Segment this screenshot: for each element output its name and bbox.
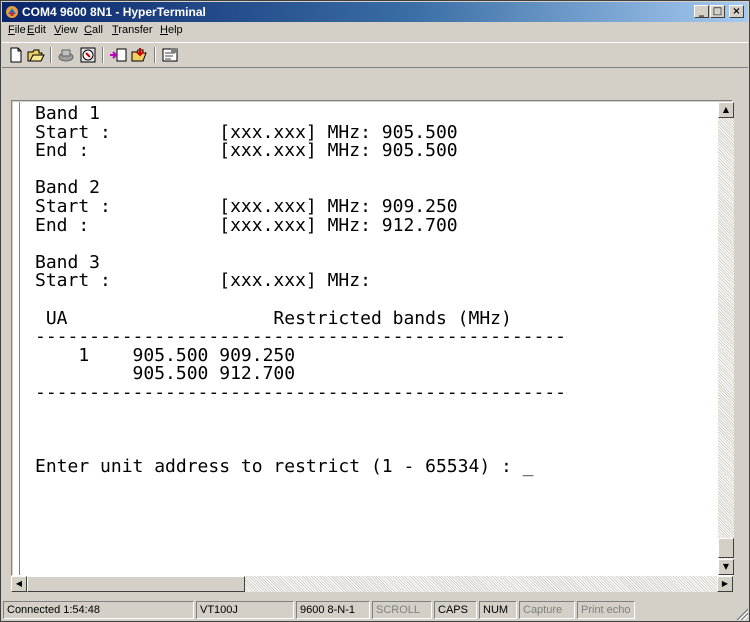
title-bar[interactable]: COM4 9600 8N1 - HyperTerminal _ □ × bbox=[2, 2, 748, 22]
status-connected-time: Connected 1:54:48 bbox=[3, 601, 194, 619]
status-port-settings: 9600 8-N-1 bbox=[296, 601, 370, 619]
status-bar: Connected 1:54:48 VT100J 9600 8-N-1 SCRO… bbox=[2, 600, 748, 620]
status-scroll: SCROLL bbox=[372, 601, 432, 619]
disconnect-icon[interactable] bbox=[56, 46, 76, 64]
menu-bar: File Edit View Call Transfer Help bbox=[2, 22, 748, 40]
horizontal-scrollbar[interactable]: ◀ ▶ bbox=[11, 576, 733, 592]
hyperterminal-app-icon bbox=[6, 6, 18, 18]
scroll-left-button[interactable]: ◀ bbox=[11, 576, 27, 592]
status-caps: CAPS bbox=[434, 601, 477, 619]
window-title: COM4 9600 8N1 - HyperTerminal bbox=[22, 5, 206, 19]
resize-grip-icon[interactable] bbox=[735, 607, 748, 620]
menu-transfer[interactable]: Transfer bbox=[112, 24, 153, 36]
status-emulation: VT100J bbox=[196, 601, 294, 619]
menu-file[interactable]: File bbox=[8, 24, 26, 36]
close-button[interactable]: × bbox=[729, 5, 744, 18]
status-num: NUM bbox=[479, 601, 517, 619]
terminal-screen[interactable]: Band 1 Start : [xxx.xxx] MHz: 905.500 En… bbox=[13, 102, 718, 575]
scroll-down-button[interactable]: ▼ bbox=[718, 559, 734, 575]
toolbar bbox=[2, 42, 748, 68]
send-icon[interactable] bbox=[108, 46, 128, 64]
minimize-button[interactable]: _ bbox=[694, 5, 709, 18]
receive-icon[interactable] bbox=[130, 46, 150, 64]
scroll-thumb[interactable] bbox=[718, 538, 734, 558]
menu-view[interactable]: View bbox=[54, 24, 78, 36]
scroll-right-button[interactable]: ▶ bbox=[717, 576, 733, 592]
menu-call[interactable]: Call bbox=[84, 24, 103, 36]
toolbar-separator bbox=[154, 47, 156, 63]
properties-icon[interactable] bbox=[160, 46, 180, 64]
menu-help[interactable]: Help bbox=[160, 24, 183, 36]
status-print-echo: Print echo bbox=[577, 601, 635, 619]
toolbar-separator bbox=[50, 47, 52, 63]
terminal-margin bbox=[19, 102, 22, 575]
hyperterminal-window: COM4 9600 8N1 - HyperTerminal _ □ × File… bbox=[0, 0, 750, 622]
scroll-up-button[interactable]: ▲ bbox=[718, 102, 734, 118]
menu-edit[interactable]: Edit bbox=[27, 24, 46, 36]
new-connection-icon[interactable] bbox=[6, 46, 26, 64]
horizontal-scroll-thumb[interactable] bbox=[27, 576, 245, 592]
status-capture: Capture bbox=[519, 601, 575, 619]
open-icon[interactable] bbox=[26, 46, 46, 64]
toolbar-separator bbox=[102, 47, 104, 63]
maximize-button[interactable]: □ bbox=[710, 5, 725, 18]
terminal-output: Band 1 Start : [xxx.xxx] MHz: 905.500 En… bbox=[35, 103, 567, 478]
dial-icon[interactable] bbox=[78, 46, 98, 64]
vertical-scrollbar[interactable]: ▲ ▼ bbox=[718, 102, 734, 575]
